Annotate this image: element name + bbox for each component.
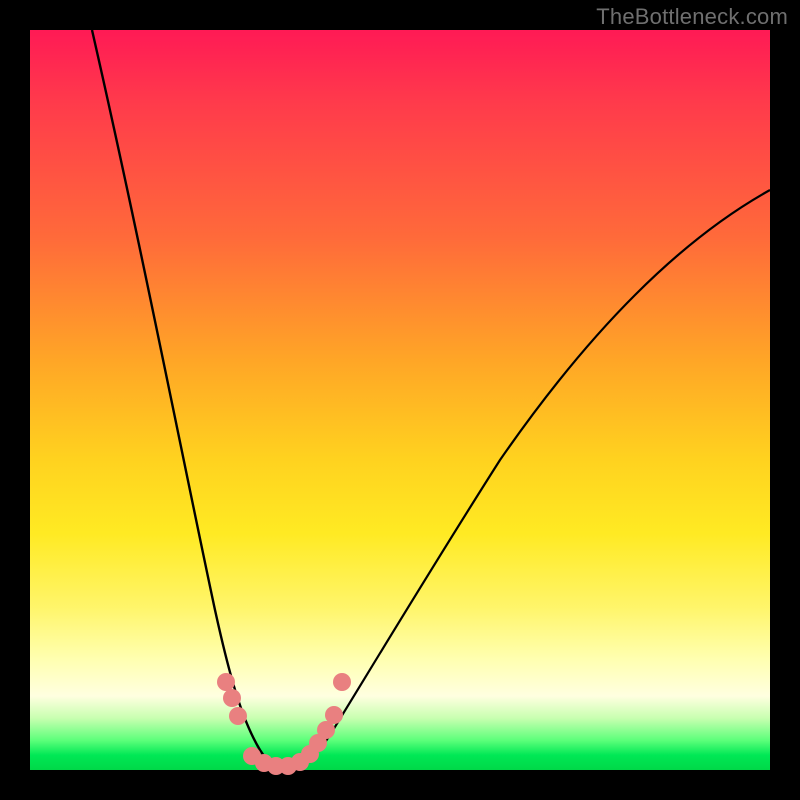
plot-area xyxy=(30,30,770,770)
outer-frame: TheBottleneck.com xyxy=(0,0,800,800)
watermark-text: TheBottleneck.com xyxy=(596,4,788,30)
marker-dot xyxy=(325,706,343,724)
curve-right-branch xyxy=(288,190,770,768)
curve-left-branch xyxy=(92,30,288,768)
marker-dot xyxy=(217,673,235,691)
curve-svg xyxy=(30,30,770,770)
marker-dot xyxy=(333,673,351,691)
marker-dot xyxy=(223,689,241,707)
marker-dot xyxy=(229,707,247,725)
valley-markers xyxy=(217,673,351,775)
